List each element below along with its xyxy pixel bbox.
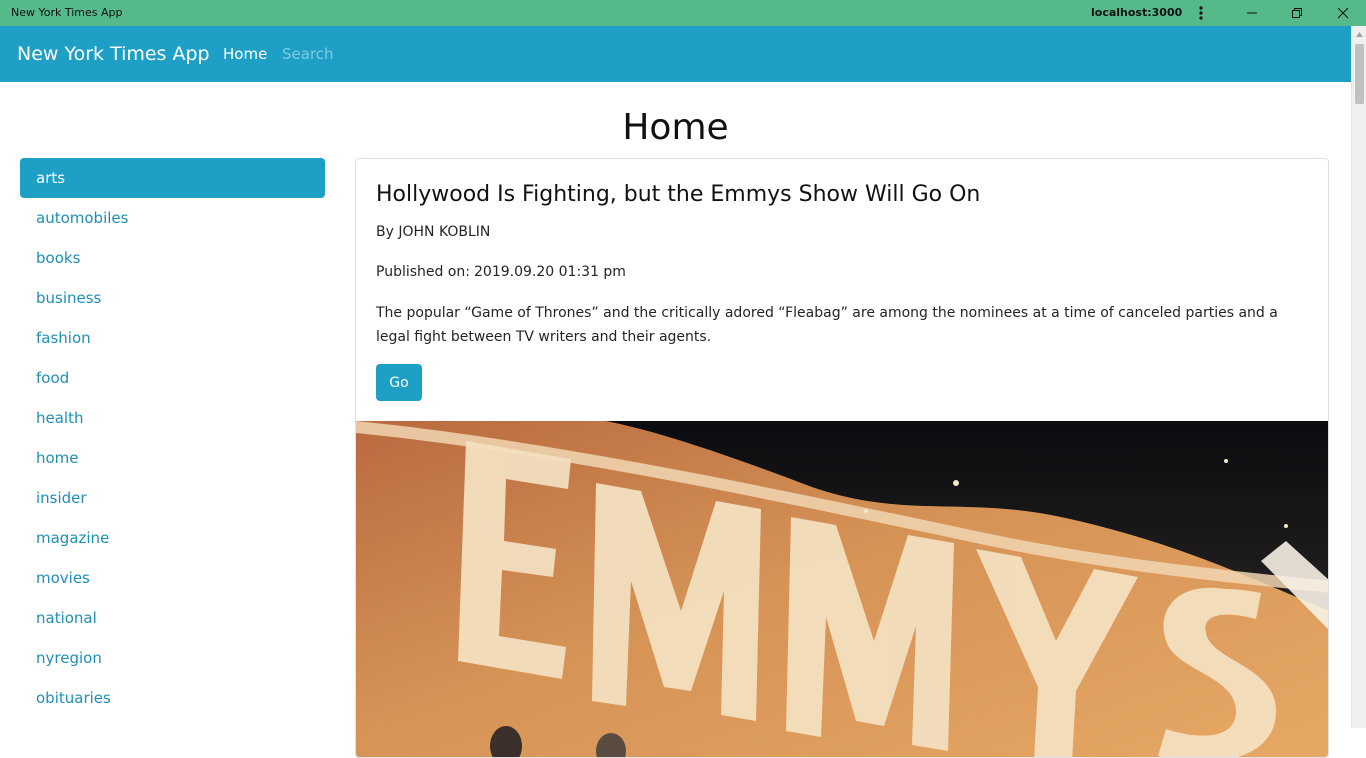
page-title: Home	[622, 107, 729, 148]
article-abstract: The popular “Game of Thrones” and the cr…	[376, 305, 1278, 345]
sidebar-item-books[interactable]: books	[20, 238, 325, 278]
sidebar-item-business[interactable]: business	[20, 278, 325, 318]
scroll-up-arrow-icon[interactable]	[1355, 30, 1364, 39]
article-published: Published on: 2019.09.20 01:31 pm	[376, 262, 626, 282]
published-date: 2019.09.20 01:31 pm	[474, 264, 626, 280]
close-button[interactable]	[1320, 0, 1366, 26]
article-headline: Hollywood Is Fighting, but the Emmys Sho…	[376, 182, 981, 207]
app-navbar: New York Times App Home Search	[0, 26, 1351, 82]
sidebar-item-obituaries[interactable]: obituaries	[20, 678, 325, 718]
sidebar-item-magazine[interactable]: magazine	[20, 518, 325, 558]
minimize-button[interactable]	[1229, 0, 1275, 26]
sidebar-item-health[interactable]: health	[20, 398, 325, 438]
nav-link-home[interactable]: Home	[223, 26, 267, 82]
section-sidebar: arts automobiles books business fashion …	[20, 158, 325, 718]
go-button[interactable]: Go	[376, 364, 422, 401]
sidebar-item-nyregion[interactable]: nyregion	[20, 638, 325, 678]
nav-link-search[interactable]: Search	[282, 26, 334, 82]
article-card: Hollywood Is Fighting, but the Emmys Sho…	[355, 158, 1329, 758]
sidebar-item-insider[interactable]: insider	[20, 478, 325, 518]
window-title: New York Times App	[11, 6, 123, 19]
close-icon	[1337, 7, 1349, 19]
sidebar-item-automobiles[interactable]: automobiles	[20, 198, 325, 238]
window-url: localhost:3000	[1091, 6, 1183, 19]
restore-icon	[1292, 8, 1302, 18]
sidebar-item-fashion[interactable]: fashion	[20, 318, 325, 358]
article-image	[356, 421, 1328, 757]
sidebar-item-home[interactable]: home	[20, 438, 325, 478]
article-byline: By JOHN KOBLIN	[376, 224, 491, 240]
sidebar-item-food[interactable]: food	[20, 358, 325, 398]
navbar-brand[interactable]: New York Times App	[17, 26, 210, 82]
window-titlebar: New York Times App localhost:3000	[0, 0, 1366, 26]
sidebar-item-arts[interactable]: arts	[20, 158, 325, 198]
sidebar-item-movies[interactable]: movies	[20, 558, 325, 598]
minimize-icon	[1247, 12, 1257, 14]
sidebar-item-national[interactable]: national	[20, 598, 325, 638]
scrollbar-thumb[interactable]	[1355, 44, 1364, 104]
published-label: Published on:	[376, 264, 471, 280]
more-options-icon[interactable]	[1196, 5, 1206, 21]
restore-button[interactable]	[1274, 0, 1320, 26]
page-scrollbar[interactable]	[1351, 26, 1366, 728]
